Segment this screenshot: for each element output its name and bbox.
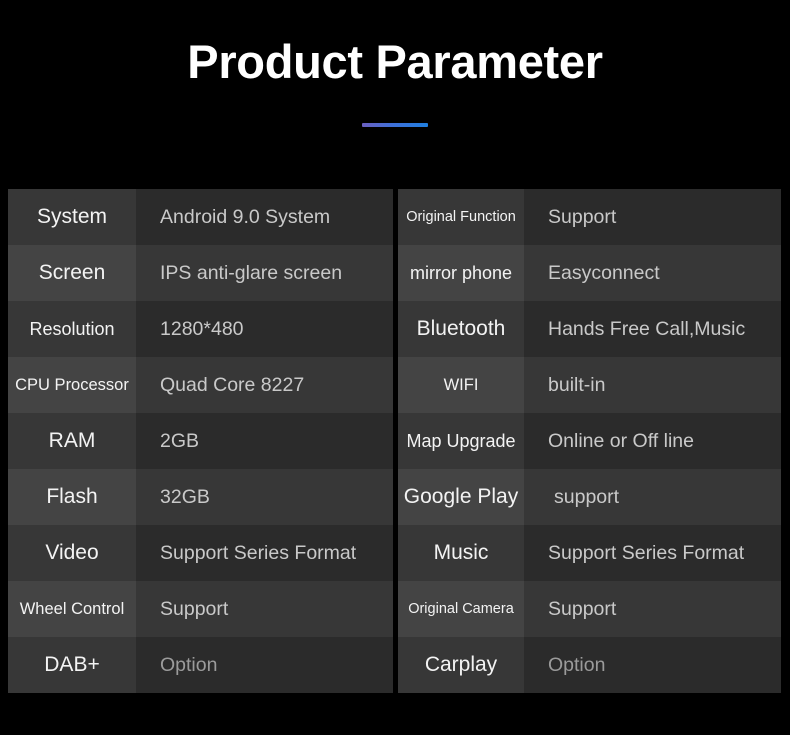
spec-label-bluetooth: Bluetooth bbox=[398, 301, 524, 357]
spec-label-ram: RAM bbox=[8, 413, 136, 469]
table-row: Map Upgrade Online or Off line bbox=[398, 413, 781, 469]
table-row: Screen IPS anti-glare screen bbox=[8, 245, 393, 301]
spec-label-google-play: Google Play bbox=[398, 469, 524, 525]
table-row: System Android 9.0 System bbox=[8, 189, 393, 245]
table-row: Video Support Series Format bbox=[8, 525, 393, 581]
spec-table-right: Original Function Support mirror phone E… bbox=[398, 189, 781, 693]
spec-table-left: System Android 9.0 System Screen IPS ant… bbox=[8, 189, 393, 693]
spec-value-google-play: support bbox=[524, 469, 781, 525]
spec-label-video: Video bbox=[8, 525, 136, 581]
table-row: WIFI built-in bbox=[398, 357, 781, 413]
spec-value-carplay: Option bbox=[524, 637, 781, 693]
spec-label-original-camera: Original Camera bbox=[398, 581, 524, 637]
spec-value-system: Android 9.0 System bbox=[136, 189, 393, 245]
spec-value-bluetooth: Hands Free Call,Music bbox=[524, 301, 781, 357]
spec-label-wheel-control: Wheel Control bbox=[8, 581, 136, 637]
spec-value-original-function: Support bbox=[524, 189, 781, 245]
table-row: Wheel Control Support bbox=[8, 581, 393, 637]
spec-value-screen: IPS anti-glare screen bbox=[136, 245, 393, 301]
spec-label-cpu-processor: CPU Processor bbox=[8, 357, 136, 413]
table-row: RAM 2GB bbox=[8, 413, 393, 469]
spec-label-screen: Screen bbox=[8, 245, 136, 301]
spec-label-dab: DAB+ bbox=[8, 637, 136, 693]
table-row: CPU Processor Quad Core 8227 bbox=[8, 357, 393, 413]
page-header: Product Parameter bbox=[0, 0, 790, 128]
table-row: Resolution 1280*480 bbox=[8, 301, 393, 357]
spec-value-map-upgrade: Online or Off line bbox=[524, 413, 781, 469]
spec-label-original-function: Original Function bbox=[398, 189, 524, 245]
spec-value-mirror-phone: Easyconnect bbox=[524, 245, 781, 301]
table-row: Music Support Series Format bbox=[398, 525, 781, 581]
table-row: mirror phone Easyconnect bbox=[398, 245, 781, 301]
spec-value-ram: 2GB bbox=[136, 413, 393, 469]
spec-value-music: Support Series Format bbox=[524, 525, 781, 581]
spec-tables: System Android 9.0 System Screen IPS ant… bbox=[8, 189, 781, 693]
spec-value-original-camera: Support bbox=[524, 581, 781, 637]
table-row: Flash 32GB bbox=[8, 469, 393, 525]
spec-value-wheel-control: Support bbox=[136, 581, 393, 637]
spec-label-resolution: Resolution bbox=[8, 301, 136, 357]
spec-value-resolution: 1280*480 bbox=[136, 301, 393, 357]
spec-value-flash: 32GB bbox=[136, 469, 393, 525]
table-row: Bluetooth Hands Free Call,Music bbox=[398, 301, 781, 357]
spec-value-cpu-processor: Quad Core 8227 bbox=[136, 357, 393, 413]
table-row: Original Camera Support bbox=[398, 581, 781, 637]
page-title: Product Parameter bbox=[187, 35, 603, 88]
spec-label-mirror-phone: mirror phone bbox=[398, 245, 524, 301]
title-accent-rule bbox=[362, 123, 428, 128]
table-row: Carplay Option bbox=[398, 637, 781, 693]
spec-value-video: Support Series Format bbox=[136, 525, 393, 581]
spec-label-system: System bbox=[8, 189, 136, 245]
table-row: DAB+ Option bbox=[8, 637, 393, 693]
spec-label-carplay: Carplay bbox=[398, 637, 524, 693]
spec-label-map-upgrade: Map Upgrade bbox=[398, 413, 524, 469]
spec-label-flash: Flash bbox=[8, 469, 136, 525]
table-row: Google Play support bbox=[398, 469, 781, 525]
spec-value-wifi: built-in bbox=[524, 357, 781, 413]
table-row: Original Function Support bbox=[398, 189, 781, 245]
spec-label-music: Music bbox=[398, 525, 524, 581]
spec-value-dab: Option bbox=[136, 637, 393, 693]
product-parameter-page: Product Parameter System Android 9.0 Sys… bbox=[0, 0, 790, 735]
spec-label-wifi: WIFI bbox=[398, 357, 524, 413]
